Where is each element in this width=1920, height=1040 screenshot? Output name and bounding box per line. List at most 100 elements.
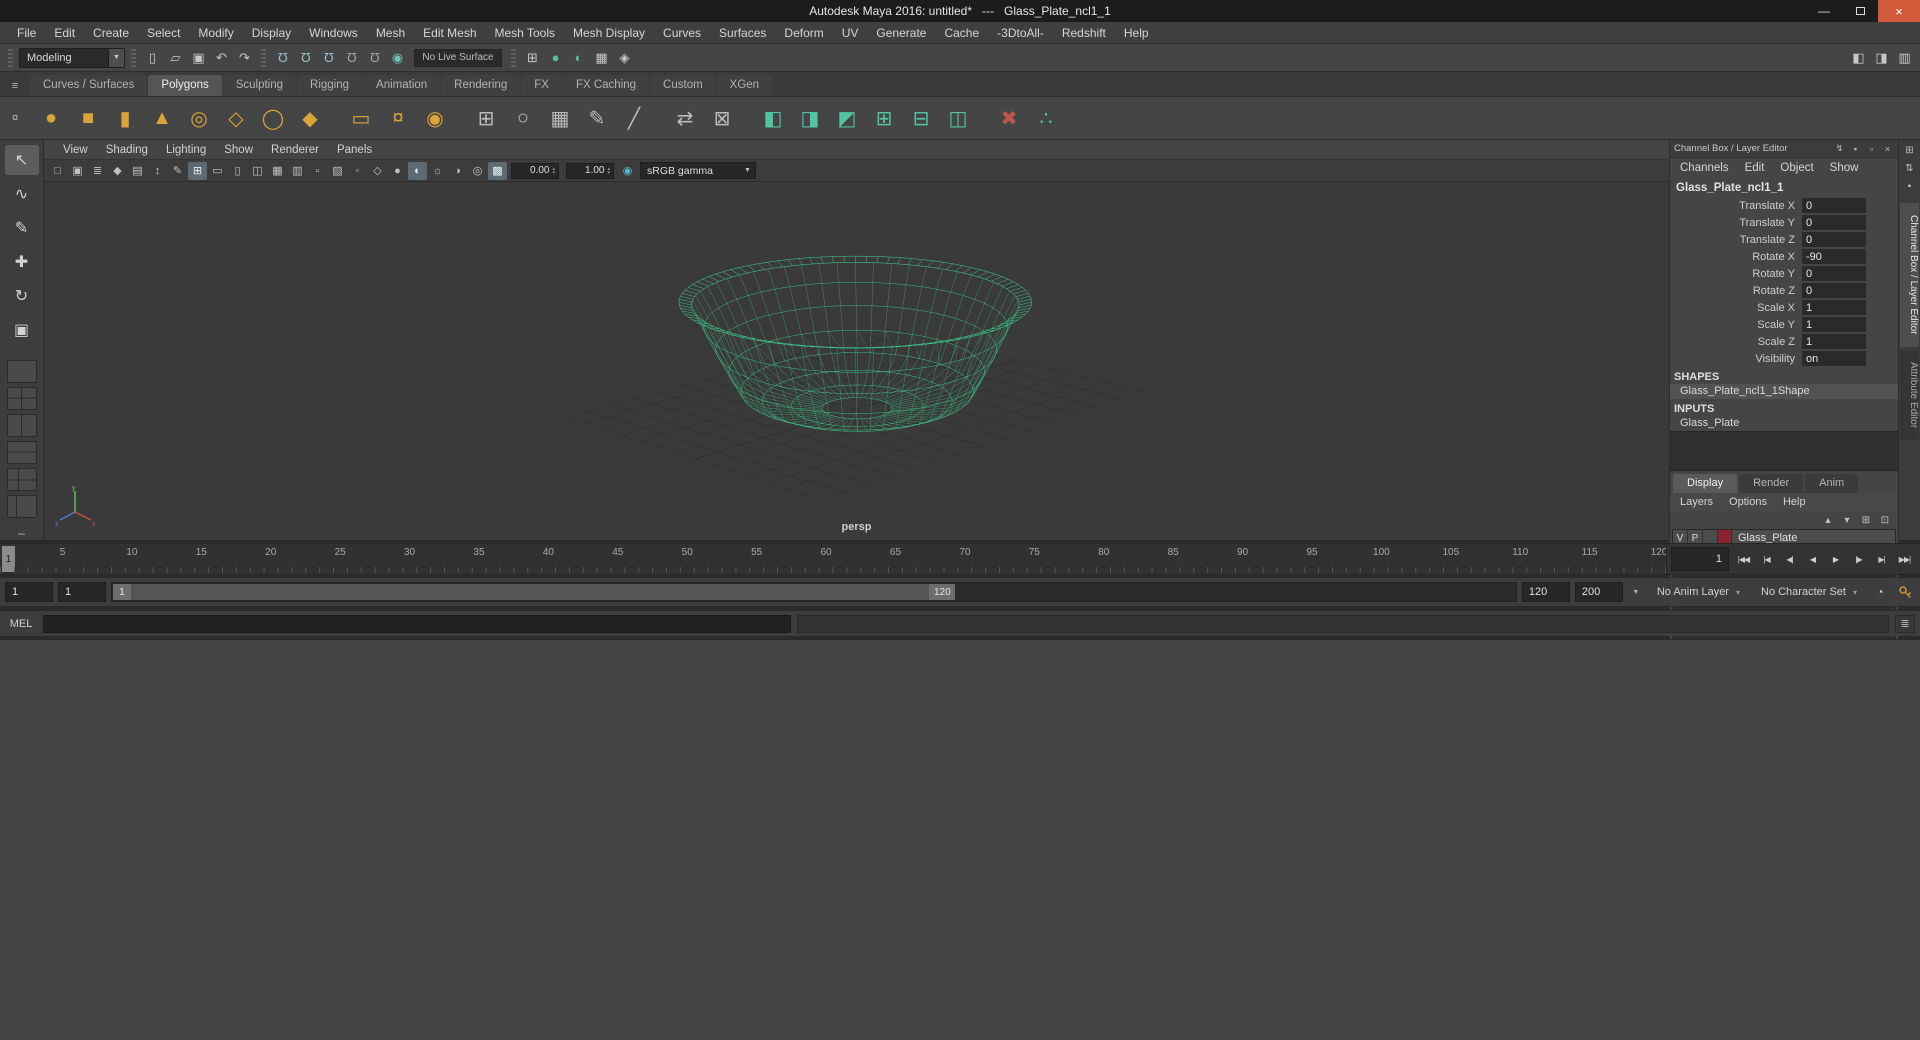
ipr-render-button[interactable]: ◐ bbox=[568, 47, 589, 68]
menu-item-surfaces[interactable]: Surfaces bbox=[710, 22, 775, 44]
toggle-workspace-button[interactable]: ▥ bbox=[1894, 47, 1915, 68]
hud-button[interactable]: ▧ bbox=[328, 162, 347, 180]
channel-value-translate-y[interactable]: 0 bbox=[1802, 215, 1866, 230]
layout-two-pane-side-button[interactable] bbox=[6, 414, 37, 437]
script-editor-button[interactable]: ≣ bbox=[1895, 614, 1915, 633]
poly-cube-button[interactable]: ■ bbox=[71, 101, 105, 135]
character-set-dropdown[interactable]: No Character Set ▾ bbox=[1753, 582, 1865, 602]
snap-to-projected-center-button[interactable]: Ω bbox=[341, 47, 362, 68]
snap-to-grid-button[interactable]: Ω bbox=[272, 47, 293, 68]
channel-speed-button[interactable]: ↯ bbox=[1833, 142, 1846, 155]
layer-editor-menu-help[interactable]: Help bbox=[1775, 496, 1814, 508]
sidebar-tab-attribute-editor[interactable]: Attribute Editor bbox=[1900, 349, 1919, 440]
time-ruler[interactable]: 1 5 10 15 20 25 30 35 40 45 50 55 60 65 70 75 80 85 90 95 1… bbox=[0, 544, 1667, 574]
step-forward-key-button[interactable]: |▶ bbox=[1848, 548, 1869, 570]
menu-item-select[interactable]: Select bbox=[138, 22, 189, 44]
shelf-tab-curves-surfaces[interactable]: Curves / Surfaces bbox=[30, 75, 148, 96]
range-end-handle[interactable]: 120 bbox=[929, 584, 956, 600]
view-transform-dropdown[interactable]: sRGB gamma ▼ bbox=[640, 162, 756, 179]
image-plane-button[interactable]: ▤ bbox=[128, 162, 147, 180]
scale-tool[interactable]: ▣ bbox=[5, 315, 39, 345]
playback-start-field[interactable]: 1 bbox=[58, 582, 106, 602]
save-scene-button[interactable]: ▣ bbox=[188, 47, 209, 68]
object-name[interactable]: Glass_Plate_ncl1_1 bbox=[1670, 178, 1898, 197]
shelf-gear-button[interactable]: ¤ bbox=[2, 108, 28, 128]
current-time-field[interactable]: 1 bbox=[1671, 547, 1729, 571]
anim-layer-dropdown[interactable]: No Anim Layer ▾ bbox=[1649, 582, 1748, 602]
film-gate-button[interactable]: ▭ bbox=[208, 162, 227, 180]
grip-handle[interactable] bbox=[8, 48, 13, 67]
shelf-tab-animation[interactable]: Animation bbox=[363, 75, 441, 96]
toggle-sidebar-left-button[interactable]: ◧ bbox=[1848, 47, 1869, 68]
redo-button[interactable]: ↷ bbox=[234, 47, 255, 68]
separate-button[interactable]: ⊟ bbox=[904, 101, 938, 135]
menu-item-mesh-display[interactable]: Mesh Display bbox=[564, 22, 654, 44]
poly-torus-button[interactable]: ◎ bbox=[182, 101, 216, 135]
panel-scroll-button[interactable]: ⇅ bbox=[1901, 160, 1918, 176]
grip-handle[interactable] bbox=[261, 48, 266, 67]
safe-title-button[interactable]: ▫ bbox=[308, 162, 327, 180]
channel-box-menu-object[interactable]: Object bbox=[1772, 162, 1821, 174]
poly-soccer-ball-button[interactable]: ◉ bbox=[418, 101, 452, 135]
shelf-tab-rigging[interactable]: Rigging bbox=[297, 75, 363, 96]
poly-sphere-button[interactable]: ● bbox=[34, 101, 68, 135]
poly-gear-button[interactable]: ¤ bbox=[381, 101, 415, 135]
command-line-mode-toggle[interactable]: MEL bbox=[5, 618, 37, 630]
ssao-button[interactable]: ◎ bbox=[468, 162, 487, 180]
hypershade-button[interactable]: ◈ bbox=[614, 47, 635, 68]
grip-handle[interactable] bbox=[131, 48, 136, 67]
range-options-button[interactable]: ▼ bbox=[1628, 582, 1644, 602]
menu-item-3dtoall[interactable]: -3DtoAll- bbox=[988, 22, 1053, 44]
delete-history-button[interactable]: ✖ bbox=[992, 101, 1026, 135]
channel-value-rotate-z[interactable]: 0 bbox=[1802, 283, 1866, 298]
menu-item-mesh-tools[interactable]: Mesh Tools bbox=[486, 22, 564, 44]
new-layer-from-selected-button[interactable]: ⊡ bbox=[1877, 513, 1893, 527]
close-panel-button[interactable]: × bbox=[1881, 142, 1894, 155]
make-live-button[interactable]: ◉ bbox=[387, 47, 408, 68]
menu-item-windows[interactable]: Windows bbox=[300, 22, 367, 44]
exposure-field[interactable]: 0.00 ▴ ▾ bbox=[511, 162, 559, 179]
poly-disc-button[interactable]: ◯ bbox=[256, 101, 290, 135]
channel-value-visibility[interactable]: on bbox=[1802, 351, 1866, 366]
viewport-menu-renderer[interactable]: Renderer bbox=[262, 144, 328, 156]
shelf-tab-fx-caching[interactable]: FX Caching bbox=[562, 75, 650, 96]
gate-mask-button[interactable]: ◫ bbox=[248, 162, 267, 180]
go-to-range-start-button[interactable]: |◀◀ bbox=[1733, 548, 1754, 570]
range-bar[interactable]: 1 120 bbox=[113, 584, 956, 600]
pan-zoom-button[interactable]: ↕ bbox=[148, 162, 167, 180]
channel-value-translate-z[interactable]: 0 bbox=[1802, 232, 1866, 247]
use-all-lights-button[interactable]: ☼ bbox=[428, 162, 447, 180]
new-empty-layer-button[interactable]: ⊞ bbox=[1858, 513, 1874, 527]
poly-pipe-button[interactable]: ▭ bbox=[344, 101, 378, 135]
menu-item-display[interactable]: Display bbox=[243, 22, 300, 44]
menu-item-create[interactable]: Create bbox=[84, 22, 138, 44]
step-forward-frame-button[interactable]: ▶| bbox=[1871, 548, 1892, 570]
wireframe-mode-button[interactable]: ◇ bbox=[368, 162, 387, 180]
channel-box-menu-edit[interactable]: Edit bbox=[1737, 162, 1773, 174]
step-back-key-button[interactable]: ◀| bbox=[1779, 548, 1800, 570]
mirror-button[interactable]: ◫ bbox=[941, 101, 975, 135]
layer-editor-tab-display[interactable]: Display bbox=[1673, 474, 1738, 493]
menu-item-file[interactable]: File bbox=[8, 22, 45, 44]
sculpt-tool-button[interactable]: ⊞ bbox=[469, 101, 503, 135]
layout-four-pane-button[interactable] bbox=[6, 387, 37, 410]
extrude-button[interactable]: ⊠ bbox=[705, 101, 739, 135]
range-track[interactable]: 1 120 bbox=[111, 582, 1517, 602]
poly-plane-button[interactable]: ◇ bbox=[219, 101, 253, 135]
command-input[interactable] bbox=[43, 614, 791, 633]
sidebar-tab-channel-box-layer-editor[interactable]: Channel Box / Layer Editor bbox=[1900, 203, 1919, 347]
maximize-button[interactable] bbox=[1842, 0, 1878, 22]
textured-mode-button[interactable]: ◐ bbox=[408, 161, 427, 180]
symmetry-button[interactable]: ∴ bbox=[1029, 101, 1063, 135]
range-start-handle[interactable]: 1 bbox=[113, 584, 131, 600]
safe-action-button[interactable]: ▥ bbox=[288, 162, 307, 180]
layer-editor-tab-anim[interactable]: Anim bbox=[1805, 474, 1859, 493]
spinner-icon[interactable]: ▴ ▾ bbox=[607, 166, 610, 175]
menu-item-cache[interactable]: Cache bbox=[935, 22, 988, 44]
channel-value-scale-z[interactable]: 1 bbox=[1802, 334, 1866, 349]
menu-item-generate[interactable]: Generate bbox=[867, 22, 935, 44]
float-panel-button[interactable]: ▫ bbox=[1865, 142, 1878, 155]
menu-item-modify[interactable]: Modify bbox=[189, 22, 242, 44]
gamma-field[interactable]: 1.00 ▴ ▾ bbox=[566, 162, 614, 179]
undo-button[interactable]: ↶ bbox=[211, 47, 232, 68]
